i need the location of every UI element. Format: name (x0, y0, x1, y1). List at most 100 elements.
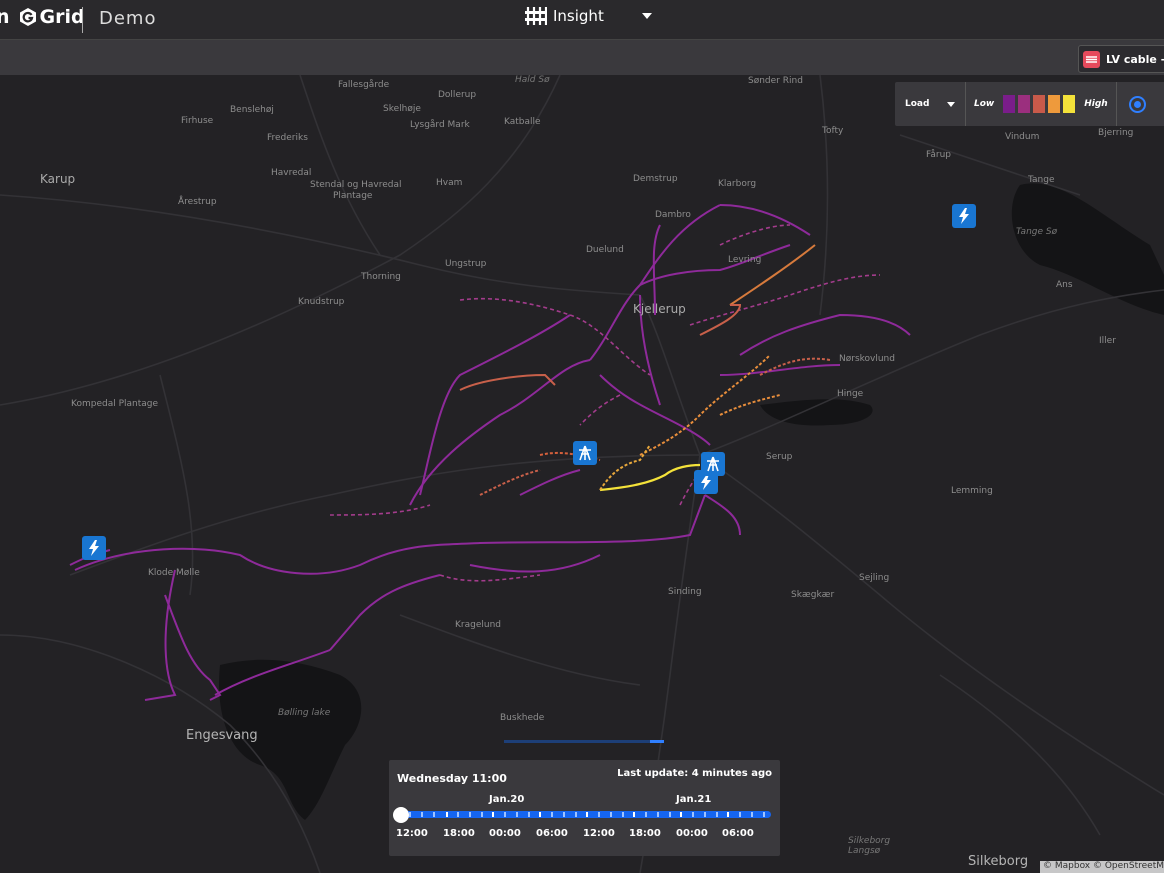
metric-label: Load (905, 99, 930, 109)
lightning-icon (959, 208, 969, 224)
place-label: Benslehøj (230, 105, 274, 115)
tab-lv-cable[interactable]: LV cable - K (1078, 45, 1164, 73)
legend-swatch (1003, 95, 1016, 113)
roads (0, 75, 1164, 873)
map-attribution[interactable]: © Mapbox © OpenStreetMap (1040, 861, 1164, 873)
view-selector[interactable]: Insight (525, 6, 652, 26)
product-name: Demo (99, 8, 157, 29)
substation-marker[interactable] (952, 204, 976, 228)
pylon-icon (579, 445, 591, 461)
timeline-slider[interactable] (401, 811, 771, 818)
place-label: Klode Mølle (148, 568, 200, 578)
place-label: Serup (766, 452, 793, 462)
timeline-date: Jan.20 (489, 794, 525, 805)
place-label: Sejling (859, 573, 890, 583)
place-label: Engesvang (186, 728, 258, 743)
place-label: Nørskovlund (839, 354, 895, 364)
place-label: Silkeborg Langsø (848, 836, 891, 856)
place-label: Havredal (271, 168, 312, 178)
place-label: Vindum (1005, 132, 1040, 142)
place-label: Tange (1028, 175, 1055, 185)
cable-icon (1083, 50, 1100, 68)
lightning-icon (89, 540, 99, 556)
timeline-label: 06:00 (536, 828, 568, 839)
place-label: Demstrup (633, 174, 678, 184)
brand-name: Grid (39, 6, 85, 28)
place-label: Buskhede (500, 713, 545, 723)
chevron-down-icon (947, 101, 956, 107)
timeline-label: 18:00 (443, 828, 475, 839)
place-label: Bjerring (1098, 128, 1134, 138)
legend-swatch (1063, 95, 1076, 113)
place-label: Katballe (504, 117, 541, 127)
place-label: Hald Sø (515, 75, 550, 85)
place-label: Karup (40, 172, 76, 186)
timeline-label: 12:00 (583, 828, 615, 839)
legend-low: Low (974, 99, 995, 109)
place-label: Thorning (361, 272, 401, 282)
map-base (0, 75, 1164, 873)
place-label: Sønder Rind (748, 76, 803, 86)
legend-swatch (1048, 95, 1061, 113)
place-label: Tange Sø (1016, 227, 1058, 237)
place-label: Duelund (586, 245, 624, 255)
substation-marker[interactable] (82, 536, 106, 560)
color-scale: Low High (966, 82, 1117, 126)
place-label: Klarborg (718, 179, 757, 189)
pylon-icon (707, 456, 719, 472)
timeline-label: 00:00 (676, 828, 708, 839)
place-label: Kragelund (455, 620, 501, 630)
place-label: Levring (728, 255, 762, 265)
transformer-marker[interactable] (701, 452, 725, 476)
place-label: Hinge (837, 389, 864, 399)
timeline-panel: Wednesday 11:00 Last update: 4 minutes a… (389, 760, 780, 856)
top-header: n Grid Demo Insight (0, 0, 1164, 40)
metric-selector[interactable]: Load (895, 82, 966, 126)
place-label: Knudstrup (298, 297, 345, 307)
place-label: Stendal og Havredal (310, 180, 402, 190)
legend-swatch (1033, 95, 1046, 113)
place-label: Skægkær (791, 590, 835, 600)
place-label: Fårup (926, 150, 951, 160)
brand-g-icon (19, 8, 36, 26)
place-label: Årestrup (178, 197, 217, 207)
transformer-marker[interactable] (573, 441, 597, 465)
place-label: Frederiks (267, 133, 308, 143)
header-divider (82, 7, 83, 33)
place-label: Dollerup (438, 90, 477, 100)
insight-icon (525, 7, 547, 25)
place-label: Kompedal Plantage (71, 399, 159, 409)
brand-logo[interactable]: n Grid (0, 6, 85, 28)
lightning-icon (701, 474, 711, 490)
timeline-label: 18:00 (629, 828, 661, 839)
place-label: Lysgård Mark (410, 120, 470, 130)
layer-radio[interactable] (1128, 95, 1146, 113)
legend-swatch (1018, 95, 1031, 113)
timeline-label: 06:00 (722, 828, 754, 839)
place-label: Ungstrup (445, 259, 487, 269)
timeline-label: 12:00 (396, 828, 428, 839)
timeline-date: Jan.21 (676, 794, 712, 805)
tab-label: LV cable - K (1106, 52, 1164, 66)
view-label: Insight (553, 7, 604, 25)
place-label: Sinding (668, 587, 702, 597)
place-label: Ans (1056, 280, 1073, 290)
place-label: Bølling lake (278, 708, 331, 718)
place-label: Tofty (822, 126, 844, 136)
place-label: Plantage (333, 191, 373, 201)
place-label: Hvam (436, 178, 463, 188)
place-label: Fallesgårde (338, 80, 390, 90)
place-label: Kjellerup (633, 302, 686, 316)
tab-bar (0, 40, 1164, 75)
place-label: Lemming (951, 486, 993, 496)
place-label: Silkeborg (968, 854, 1029, 869)
place-label: Iller (1099, 336, 1116, 346)
legend-high: High (1084, 99, 1108, 109)
timeline-handle[interactable] (393, 807, 409, 823)
brand-prefix: n (0, 6, 10, 28)
current-time: Wednesday 11:00 (397, 772, 507, 785)
map-canvas[interactable]: Fallesgårde Hald Sø Sønder Rind Benslehø… (0, 75, 1164, 873)
place-label: Skelhøje (383, 104, 421, 114)
place-label: Firhuse (181, 116, 214, 126)
map-scrollbar[interactable] (504, 740, 664, 743)
